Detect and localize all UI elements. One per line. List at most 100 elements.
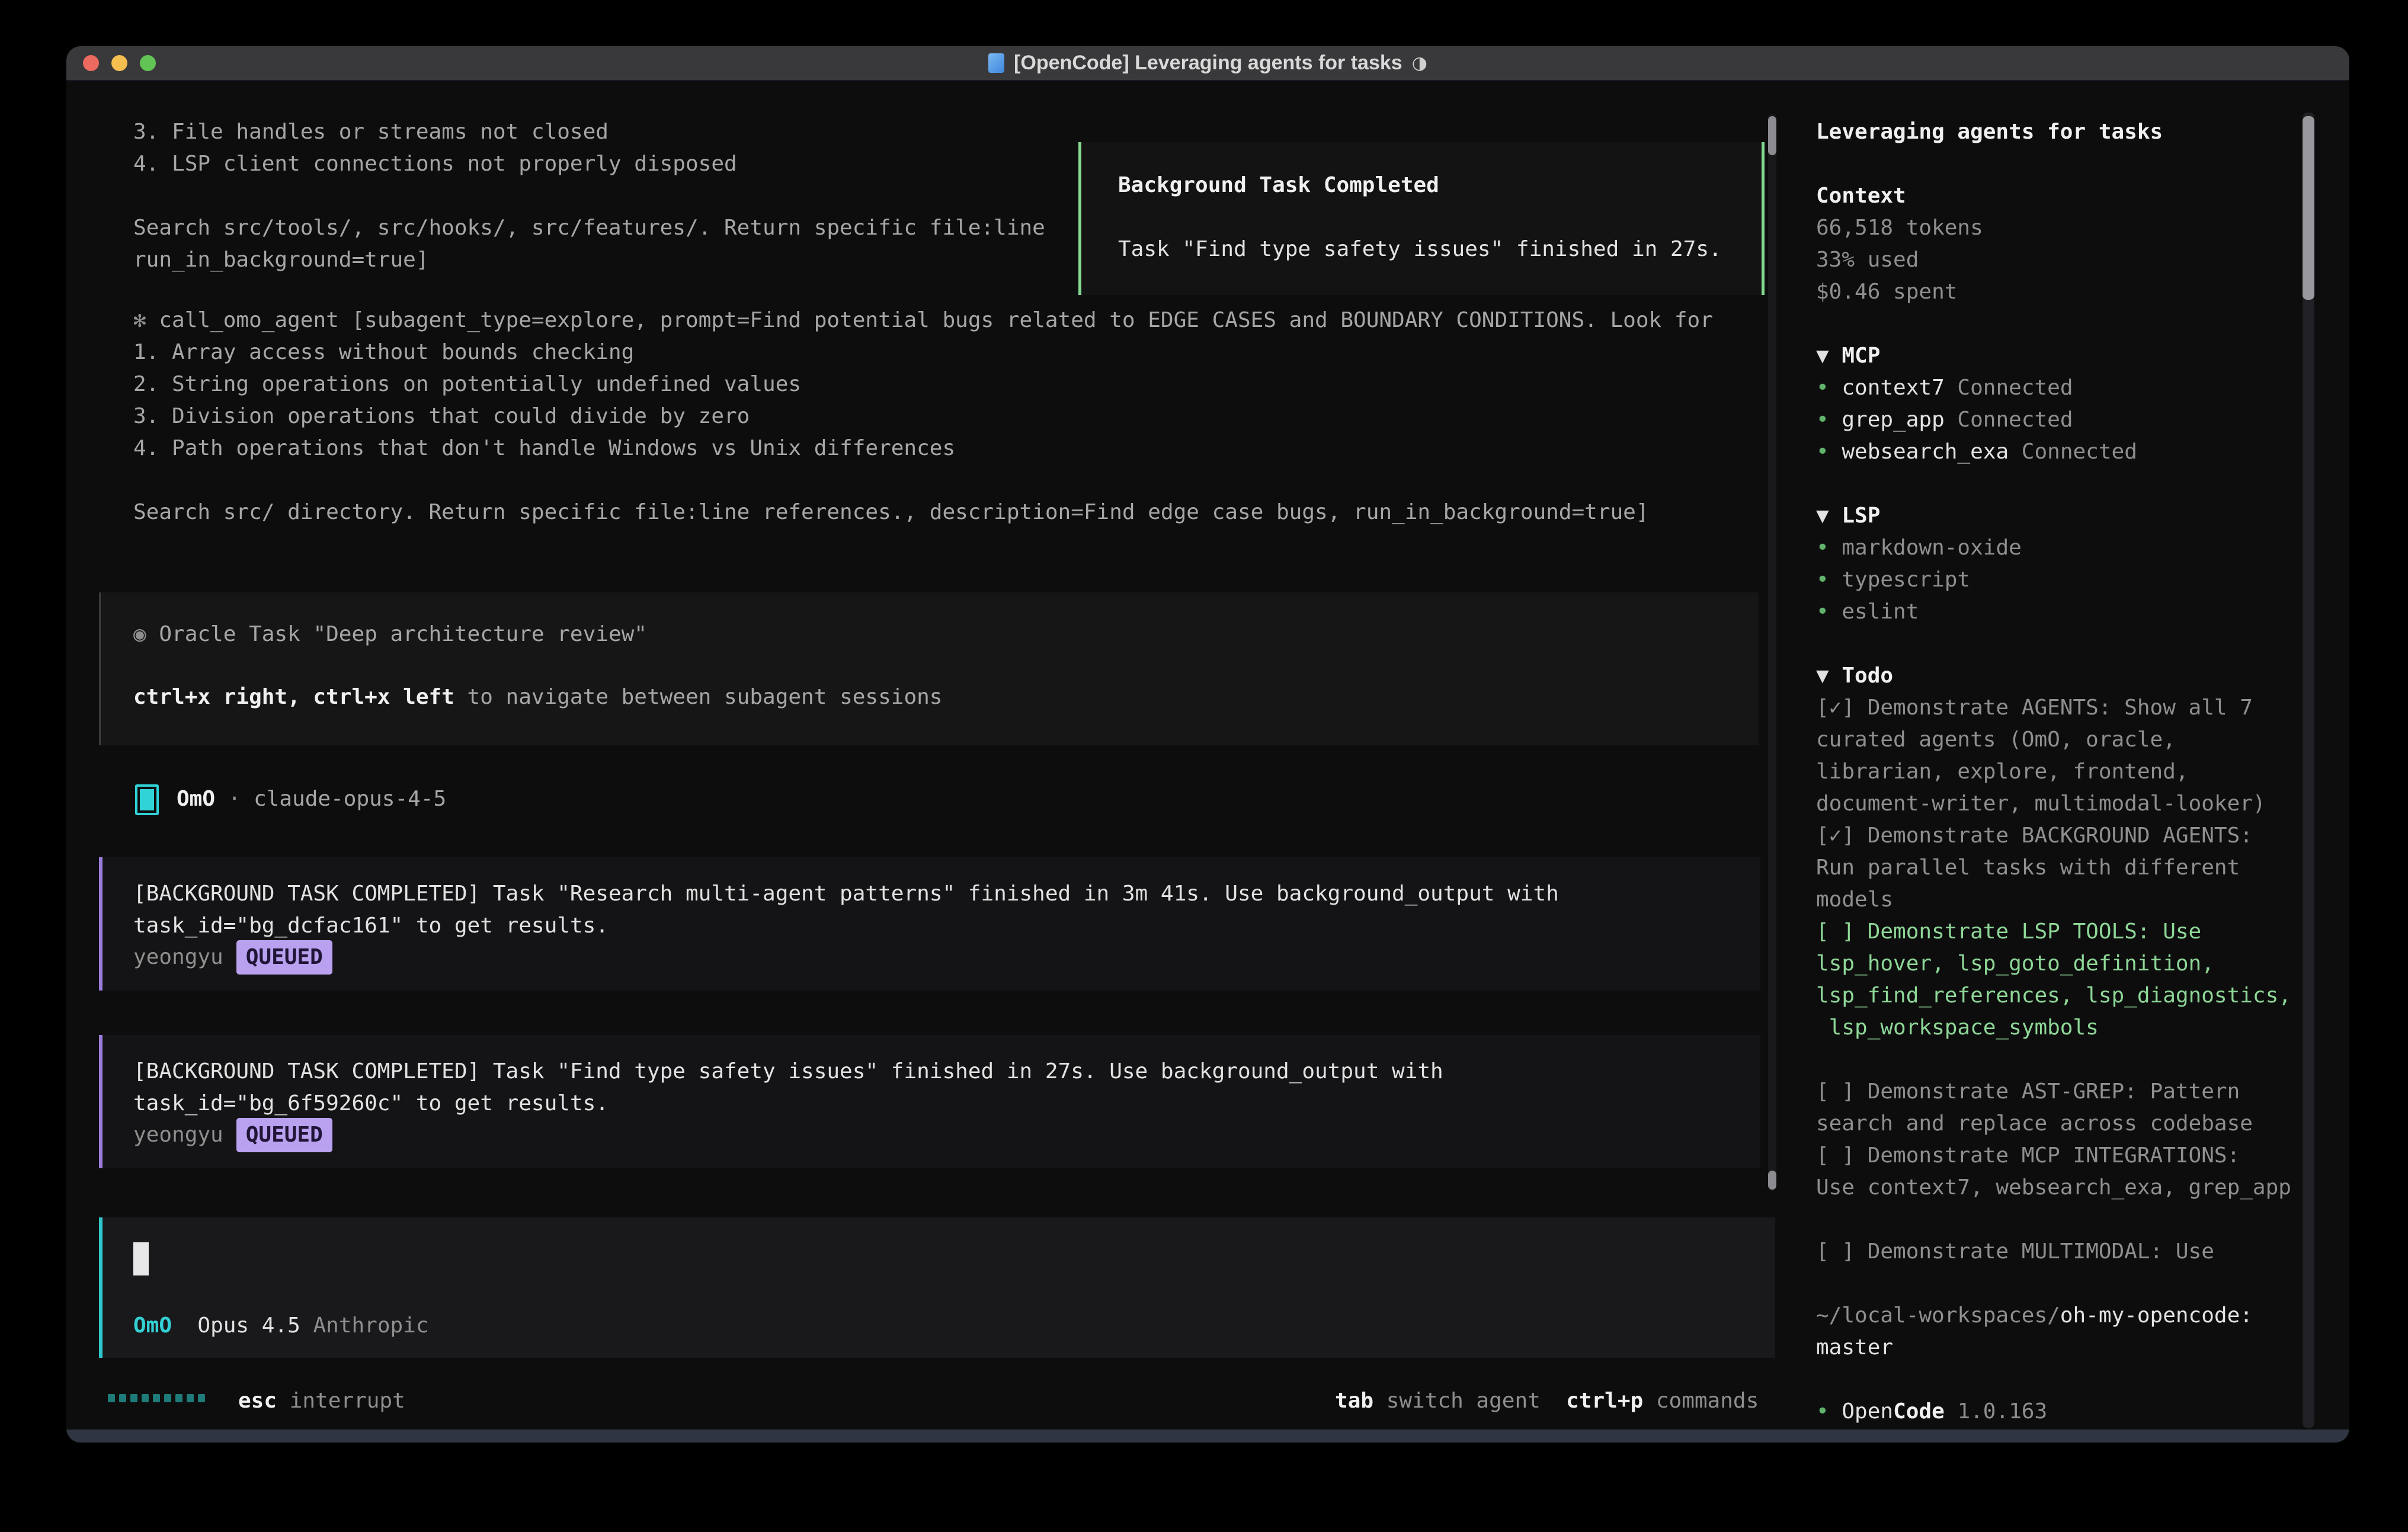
input-gap <box>172 1313 197 1338</box>
chevron-down-icon: ▼ <box>1816 504 1842 528</box>
todo-line: Run parallel tasks with different <box>1816 852 2240 884</box>
app-version: 1.0.163 <box>1945 1399 2047 1424</box>
input-provider: Anthropic <box>313 1313 428 1338</box>
oracle-hint-line: ctrl+x right, ctrl+x left to navigate be… <box>133 681 942 713</box>
spinner-dot <box>108 1394 115 1402</box>
context-heading: Context <box>1816 180 1906 212</box>
input-gap <box>300 1313 313 1338</box>
tool-call-text: call_omo_agent [subagent_type=explore, p… <box>146 308 1713 332</box>
tool-call-item: 4. Path operations that don't handle Win… <box>133 432 955 464</box>
mcp-item: • context7 Connected <box>1816 372 2073 404</box>
agent-name: OmO <box>177 787 215 811</box>
todo-line: document-writer, multimodal-looker) <box>1816 788 2266 820</box>
todo-line-active: lsp_find_references, lsp_diagnostics, <box>1816 980 2291 1012</box>
agent-header: OmO · claude-opus-4-5 <box>177 783 446 815</box>
main-scrollbar-track[interactable] <box>1768 114 1776 1191</box>
queued-badge: QUEUED <box>236 940 332 975</box>
gear-icon: ✻ <box>133 308 146 332</box>
todo-line: [ ] Demonstrate AST-GREP: Pattern <box>1816 1076 2240 1108</box>
status-dot-icon: • <box>1816 376 1842 400</box>
workspace-path-main: oh-my-opencode: <box>2060 1303 2253 1328</box>
statusbar-right: tab switch agent ctrl+p commands <box>1335 1385 1759 1417</box>
todo-line: [✓] Demonstrate AGENTS: Show all 7 <box>1816 692 2253 724</box>
main-scrollbar-thumb-bottom[interactable] <box>1768 1171 1776 1190</box>
mcp-heading: MCP <box>1842 344 1880 368</box>
transcript-line: Search src/tools/, src/hooks/, src/featu… <box>133 212 1045 244</box>
todo-line: curated agents (OmO, oracle, <box>1816 724 2176 756</box>
main-scrollbar-thumb[interactable] <box>1768 116 1776 155</box>
sidebar-scrollbar-thumb[interactable] <box>2303 116 2314 300</box>
todo-line-active: lsp_workspace_symbols <box>1816 1012 2099 1044</box>
todo-heading: Todo <box>1842 664 1893 688</box>
traffic-lights <box>83 55 156 71</box>
lsp-item: • markdown-oxide <box>1816 532 2022 564</box>
workspace-branch: master <box>1816 1332 1893 1364</box>
lsp-item-name: markdown-oxide <box>1842 536 2021 560</box>
lsp-heading: LSP <box>1842 504 1880 528</box>
mcp-item-status: Connected <box>1945 408 2073 432</box>
todo-line: librarian, explore, frontend, <box>1816 756 2189 788</box>
background-task-message: [BACKGROUND TASK COMPLETED] Task "Find t… <box>99 1035 1760 1168</box>
esc-key-label: interrupt <box>277 1389 405 1413</box>
status-dot-icon: • <box>1816 568 1842 592</box>
oracle-hint-rest: to navigate between subagent sessions <box>454 685 943 709</box>
mcp-section-header[interactable]: ▼ MCP <box>1816 340 1880 372</box>
spinner-dot <box>175 1394 182 1402</box>
ctrlp-key-hint: ctrl+p <box>1566 1389 1643 1413</box>
background-task-toast: Background Task Completed Task "Find typ… <box>1078 142 1765 295</box>
spinner-dot <box>119 1394 126 1402</box>
task-message-line2: task_id="bg_dcfac161" to get results. <box>133 910 609 942</box>
spinner-dot <box>164 1394 171 1402</box>
spinner-dot <box>187 1394 194 1402</box>
todo-line: [ ] Demonstrate MULTIMODAL: Use <box>1816 1236 2214 1268</box>
todo-line: [ ] Demonstrate MCP INTEGRATIONS: <box>1816 1140 2240 1172</box>
sidebar-session-title: Leveraging agents for tasks <box>1816 116 2163 148</box>
version-line: • OpenCode 1.0.163 <box>1816 1396 2047 1428</box>
close-button[interactable] <box>83 55 99 71</box>
chevron-down-icon: ▼ <box>1816 664 1842 688</box>
tool-call-item: 1. Array access without bounds checking <box>133 336 634 368</box>
mcp-item-status: Connected <box>2009 440 2137 464</box>
todo-line: Use context7, websearch_exa, grep_app <box>1816 1172 2291 1204</box>
zoom-button[interactable] <box>140 55 156 71</box>
context-spent: $0.46 spent <box>1816 276 1957 308</box>
task-message-line2: task_id="bg_6f59260c" to get results. <box>133 1088 609 1120</box>
status-dot-icon: • <box>1816 600 1842 624</box>
background-task-message: [BACKGROUND TASK COMPLETED] Task "Resear… <box>99 857 1760 991</box>
prompt-input[interactable]: OmO Opus 4.5 Anthropic <box>99 1217 1775 1358</box>
tool-call-line: ✻ call_omo_agent [subagent_type=explore,… <box>133 305 1713 336</box>
sidebar-scrollbar-track[interactable] <box>2303 113 2314 1428</box>
agent-separator: · <box>215 787 254 811</box>
esc-key-hint: esc <box>238 1389 277 1413</box>
todo-line-active: [ ] Demonstrate LSP TOOLS: Use <box>1816 916 2201 948</box>
input-agent-name: OmO <box>133 1313 172 1338</box>
lsp-item: • eslint <box>1816 596 1919 628</box>
oracle-task-box: ◉ Oracle Task "Deep architecture review"… <box>99 592 1759 745</box>
mcp-item-name: websearch_exa <box>1842 440 2009 464</box>
context-used: 33% used <box>1816 244 1919 276</box>
window-titlebar[interactable]: [OpenCode] Leveraging agents for tasks ◑ <box>66 46 2349 81</box>
app-name-open: Open <box>1842 1399 1893 1424</box>
workspace-path-prefix: ~/local-workspaces/ <box>1816 1303 2060 1328</box>
todo-line: models <box>1816 884 1893 916</box>
working-spinner-dots <box>108 1394 205 1402</box>
oracle-title: Oracle Task "Deep architecture review" <box>159 622 647 646</box>
toast-body: Task "Find type safety issues" finished … <box>1118 233 1722 265</box>
status-dot-icon: • <box>1816 440 1842 464</box>
transcript-line: 3. File handles or streams not closed <box>133 116 609 148</box>
mcp-item: • grep_app Connected <box>1816 404 2073 436</box>
status-dot-icon: • <box>1816 536 1842 560</box>
task-message-line1: [BACKGROUND TASK COMPLETED] Task "Resear… <box>133 878 1559 910</box>
mcp-item: • websearch_exa Connected <box>1816 436 2137 468</box>
minimize-button[interactable] <box>111 55 127 71</box>
statusbar-left: esc interrupt <box>238 1385 405 1417</box>
tool-call-item: 3. Division operations that could divide… <box>133 400 750 432</box>
lsp-item: • typescript <box>1816 564 1970 596</box>
lsp-section-header[interactable]: ▼ LSP <box>1816 500 1880 532</box>
desktop: { "colors": { "accent_green": "#84da90",… <box>0 0 2408 1532</box>
status-dot-icon: • <box>1816 1399 1842 1424</box>
window-title: [OpenCode] Leveraging agents for tasks <box>1014 52 1402 75</box>
context-tokens: 66,518 tokens <box>1816 212 1983 244</box>
tab-key-hint: tab <box>1335 1389 1373 1413</box>
todo-section-header[interactable]: ▼ Todo <box>1816 660 1893 692</box>
